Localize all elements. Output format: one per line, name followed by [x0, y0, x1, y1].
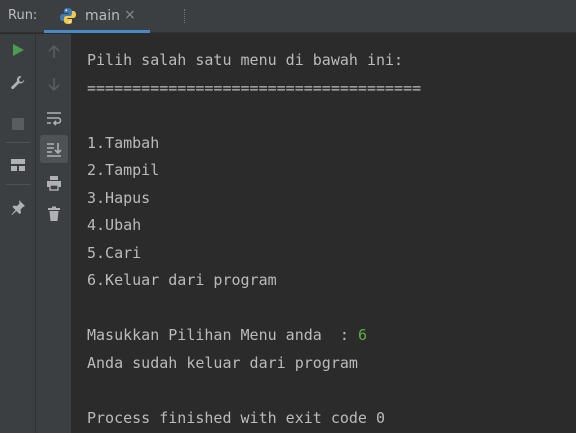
console-line: Anda sudah keluar dari program	[87, 353, 358, 372]
scroll-to-end-icon	[45, 140, 63, 158]
previous-occurrence-button[interactable]	[40, 38, 68, 66]
soft-wrap-button[interactable]	[40, 104, 68, 132]
pin-tab-button[interactable]	[4, 193, 32, 221]
console-line: =====================================	[87, 78, 422, 97]
scroll-to-end-button[interactable]	[40, 135, 68, 163]
console-line: 3.Hapus	[87, 188, 151, 207]
input-prompt: Masukkan Pilihan Menu anda :	[87, 326, 358, 344]
python-icon	[58, 6, 78, 26]
toolbar-separator	[6, 142, 30, 143]
print-icon	[45, 174, 63, 192]
run-label: Run:	[8, 8, 38, 23]
up-arrow-icon	[46, 44, 62, 60]
run-toolbar-secondary	[36, 34, 72, 433]
layout-icon	[10, 157, 26, 173]
rerun-icon	[10, 42, 26, 58]
console-line: 1.Tambah	[87, 133, 160, 152]
print-button[interactable]	[40, 169, 68, 197]
console-line: 6.Keluar dari program	[87, 271, 277, 289]
tab-divider	[184, 9, 185, 23]
user-input-value: 6	[357, 326, 367, 344]
active-tab-indicator	[44, 30, 150, 33]
clear-all-button[interactable]	[40, 200, 68, 228]
wrench-icon	[9, 74, 27, 92]
console-line: Process finished with exit code 0	[87, 408, 386, 427]
console-line: Pilih salah satu menu di bawah ini:	[87, 51, 404, 69]
settings-button[interactable]	[4, 69, 32, 97]
toolbar-separator	[6, 184, 30, 185]
run-toolbar-primary	[0, 34, 36, 433]
down-arrow-icon	[46, 76, 62, 92]
close-icon[interactable]: ×	[124, 7, 136, 23]
console-input-line: Masukkan Pilihan Menu anda : 6	[87, 322, 576, 350]
restore-layout-button[interactable]	[4, 151, 32, 179]
next-occurrence-button[interactable]	[40, 70, 68, 98]
console-output[interactable]: Pilih salah satu menu di bawah ini: ====…	[73, 34, 576, 433]
stop-button[interactable]	[4, 110, 32, 138]
soft-wrap-icon	[45, 109, 63, 127]
tab-main[interactable]: main ×	[44, 0, 150, 33]
rerun-button[interactable]	[4, 36, 32, 64]
console-line: 2.Tampil	[87, 161, 160, 179]
console-line: 5.Cari	[87, 243, 142, 262]
stop-icon	[11, 117, 25, 131]
trash-icon	[46, 206, 62, 222]
run-tool-window-header: Run: main ×	[0, 0, 576, 33]
pin-icon	[10, 199, 26, 215]
console-line: 4.Ubah	[87, 216, 142, 234]
tab-label: main	[85, 8, 120, 24]
